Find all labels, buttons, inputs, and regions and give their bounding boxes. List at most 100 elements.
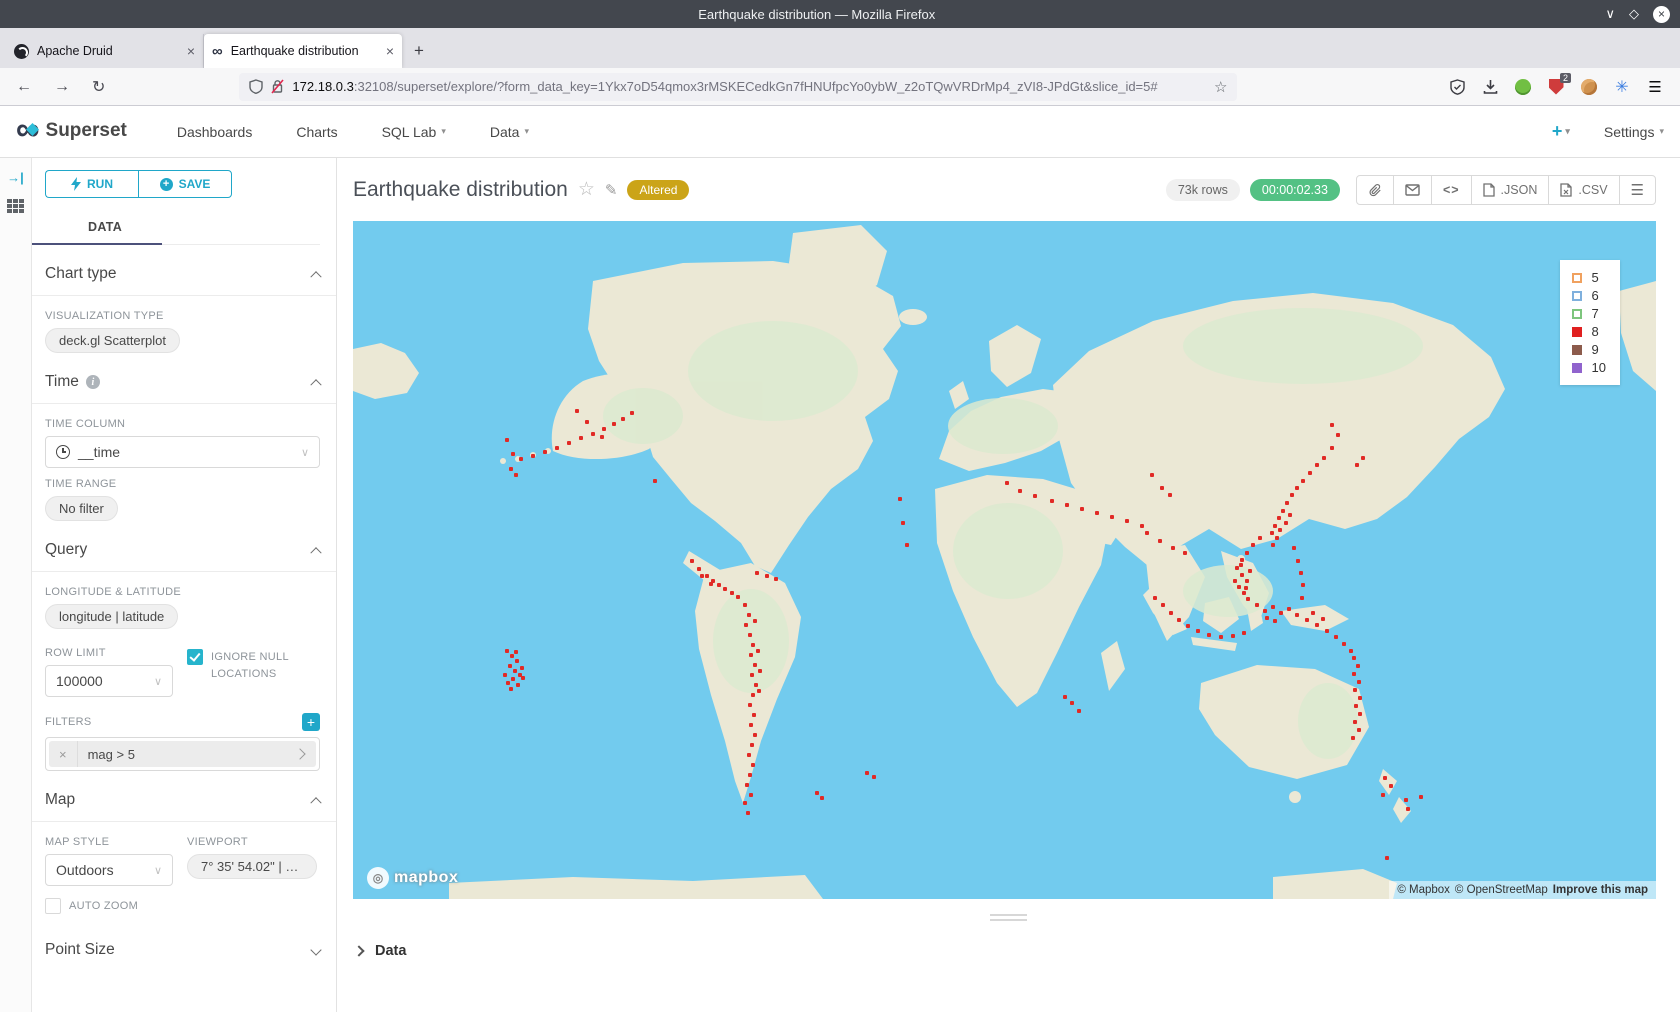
legend-item[interactable]: 10 <box>1572 360 1606 375</box>
legend-item[interactable]: 5 <box>1572 270 1606 285</box>
save-button[interactable]: + SAVE <box>138 170 232 198</box>
run-button[interactable]: RUN <box>45 170 138 198</box>
legend-label: 10 <box>1592 360 1606 375</box>
tab-data[interactable]: DATA <box>45 212 152 244</box>
url-input[interactable]: 172.18.0.3:32108/superset/explore/?form_… <box>239 73 1237 101</box>
tab-bar: Apache Druid × ∞ Earthquake distribution… <box>0 28 1680 68</box>
chevron-right-icon[interactable] <box>294 748 305 759</box>
cookie-icon[interactable] <box>1580 78 1598 96</box>
earthquake-point <box>1265 616 1269 620</box>
control-panel: RUN + SAVE DATA Chart type VISUALIZATION… <box>32 158 337 1012</box>
chart-menu-button[interactable]: ☰ <box>1619 176 1655 204</box>
mapbox-logo[interactable]: ◎ mapbox <box>367 867 458 889</box>
section-header[interactable]: Map <box>32 771 336 822</box>
map-landmasses <box>353 221 1656 899</box>
favorite-star-icon[interactable]: ☆ <box>578 178 595 201</box>
shield-icon[interactable] <box>249 79 263 94</box>
new-tab-button[interactable]: + <box>402 34 436 68</box>
row-limit-select[interactable]: 100000 ∨ <box>45 665 173 697</box>
new-item-button[interactable]: +▾ <box>1552 121 1570 142</box>
datasource-grid-icon[interactable] <box>7 199 24 213</box>
url-host: 172.18.0.3 <box>292 79 353 94</box>
forward-button[interactable]: → <box>48 78 76 96</box>
export-json-button[interactable]: .JSON <box>1471 176 1549 204</box>
protections-shield-icon[interactable] <box>1448 78 1466 96</box>
maximize-icon[interactable]: ◇ <box>1629 6 1639 22</box>
menu-icon[interactable]: ☰ <box>1646 78 1664 96</box>
time-column-select[interactable]: __time ∨ <box>45 436 320 468</box>
legend-item[interactable]: 7 <box>1572 306 1606 321</box>
export-csv-button[interactable]: .CSV <box>1548 176 1618 204</box>
section-header[interactable]: Query <box>32 521 336 572</box>
world-map[interactable]: 5 6 7 8 9 10 ◎ mapbox © Mapbox © OpenStreetMa… <box>353 221 1656 899</box>
downloads-icon[interactable] <box>1481 78 1499 96</box>
auto-zoom-checkbox[interactable] <box>45 898 61 914</box>
section-header[interactable]: Point Size <box>32 915 336 971</box>
tab-earthquake-distribution[interactable]: ∞ Earthquake distribution × <box>204 34 402 68</box>
time-range-value[interactable]: No filter <box>45 496 118 521</box>
earthquake-point <box>905 543 909 547</box>
lonlat-value[interactable]: longitude | latitude <box>45 604 178 629</box>
data-panel-toggle[interactable]: Data <box>337 935 1680 959</box>
chevron-up-icon <box>310 271 321 282</box>
earthquake-point <box>1169 611 1173 615</box>
edit-icon[interactable]: ✎ <box>605 181 618 199</box>
copy-link-button[interactable] <box>1357 176 1393 204</box>
ignore-null-checkbox[interactable] <box>187 649 203 665</box>
close-icon[interactable]: × <box>1653 6 1670 23</box>
legend-item[interactable]: 8 <box>1572 324 1606 339</box>
earthquake-point <box>1277 516 1281 520</box>
earthquake-point <box>865 771 869 775</box>
tab-close-icon[interactable]: × <box>187 43 195 59</box>
embed-code-button[interactable]: <> <box>1431 176 1471 204</box>
nav-item-charts[interactable]: Charts <box>296 124 337 140</box>
bookmark-star-icon[interactable]: ☆ <box>1214 78 1227 96</box>
viz-type-label: VISUALIZATION TYPE <box>45 310 320 322</box>
minimize-icon[interactable]: ∨ <box>1605 6 1615 22</box>
email-button[interactable] <box>1393 176 1431 204</box>
ublock-icon[interactable]: 2 <box>1547 78 1565 96</box>
earthquake-point <box>1336 433 1340 437</box>
osm-attribution-link[interactable]: © OpenStreetMap <box>1455 884 1548 896</box>
earthquake-point <box>1239 563 1243 567</box>
earthquake-point <box>1145 531 1149 535</box>
viz-type-value[interactable]: deck.gl Scatterplot <box>45 328 180 353</box>
privacy-badger-icon[interactable] <box>1514 78 1532 96</box>
extension-pin-icon[interactable]: ✳ <box>1613 78 1631 96</box>
collapse-panel-icon[interactable]: →| <box>7 170 24 185</box>
insecure-lock-icon[interactable] <box>271 79 284 94</box>
earthquake-point <box>1356 664 1360 668</box>
nav-item-sql-lab[interactable]: SQL Lab▾ <box>382 124 446 140</box>
back-button[interactable]: ← <box>10 78 38 96</box>
superset-logo[interactable]: ∞ Superset <box>16 118 127 144</box>
settings-menu[interactable]: Settings▾ <box>1604 124 1664 140</box>
earthquake-point <box>591 432 595 436</box>
legend-item[interactable]: 6 <box>1572 288 1606 303</box>
add-filter-button[interactable]: + <box>302 713 320 731</box>
filter-item[interactable]: × mag > 5 <box>49 741 316 767</box>
map-style-select[interactable]: Outdoors ∨ <box>45 854 173 886</box>
nav-item-dashboards[interactable]: Dashboards <box>177 124 253 140</box>
mapbox-attribution-link[interactable]: © Mapbox <box>1397 884 1450 896</box>
earthquake-point <box>1389 784 1393 788</box>
tab-apache-druid[interactable]: Apache Druid × <box>6 34 204 68</box>
section-header[interactable]: Chart type <box>32 245 336 296</box>
legend-item[interactable]: 9 <box>1572 342 1606 357</box>
earthquake-point <box>750 673 754 677</box>
section-header[interactable]: Timei <box>32 353 336 404</box>
nav-item-data[interactable]: Data▾ <box>490 124 529 140</box>
viewport-value[interactable]: 7° 35' 54.02" | 31... <box>187 854 317 879</box>
reload-button[interactable]: ↻ <box>86 77 111 97</box>
tab-close-icon[interactable]: × <box>386 43 394 59</box>
earthquake-point <box>747 613 751 617</box>
panel-resize-handle[interactable] <box>337 899 1680 935</box>
earthquake-point <box>1242 591 1246 595</box>
earthquake-point <box>1161 603 1165 607</box>
earthquake-point <box>612 422 616 426</box>
bolt-icon <box>71 177 81 191</box>
legend-label: 9 <box>1592 342 1599 357</box>
improve-map-link[interactable]: Improve this map <box>1553 884 1648 896</box>
earthquake-point <box>1296 559 1300 563</box>
remove-filter-icon[interactable]: × <box>49 741 78 767</box>
chevron-down-icon: ▾ <box>1565 126 1570 137</box>
